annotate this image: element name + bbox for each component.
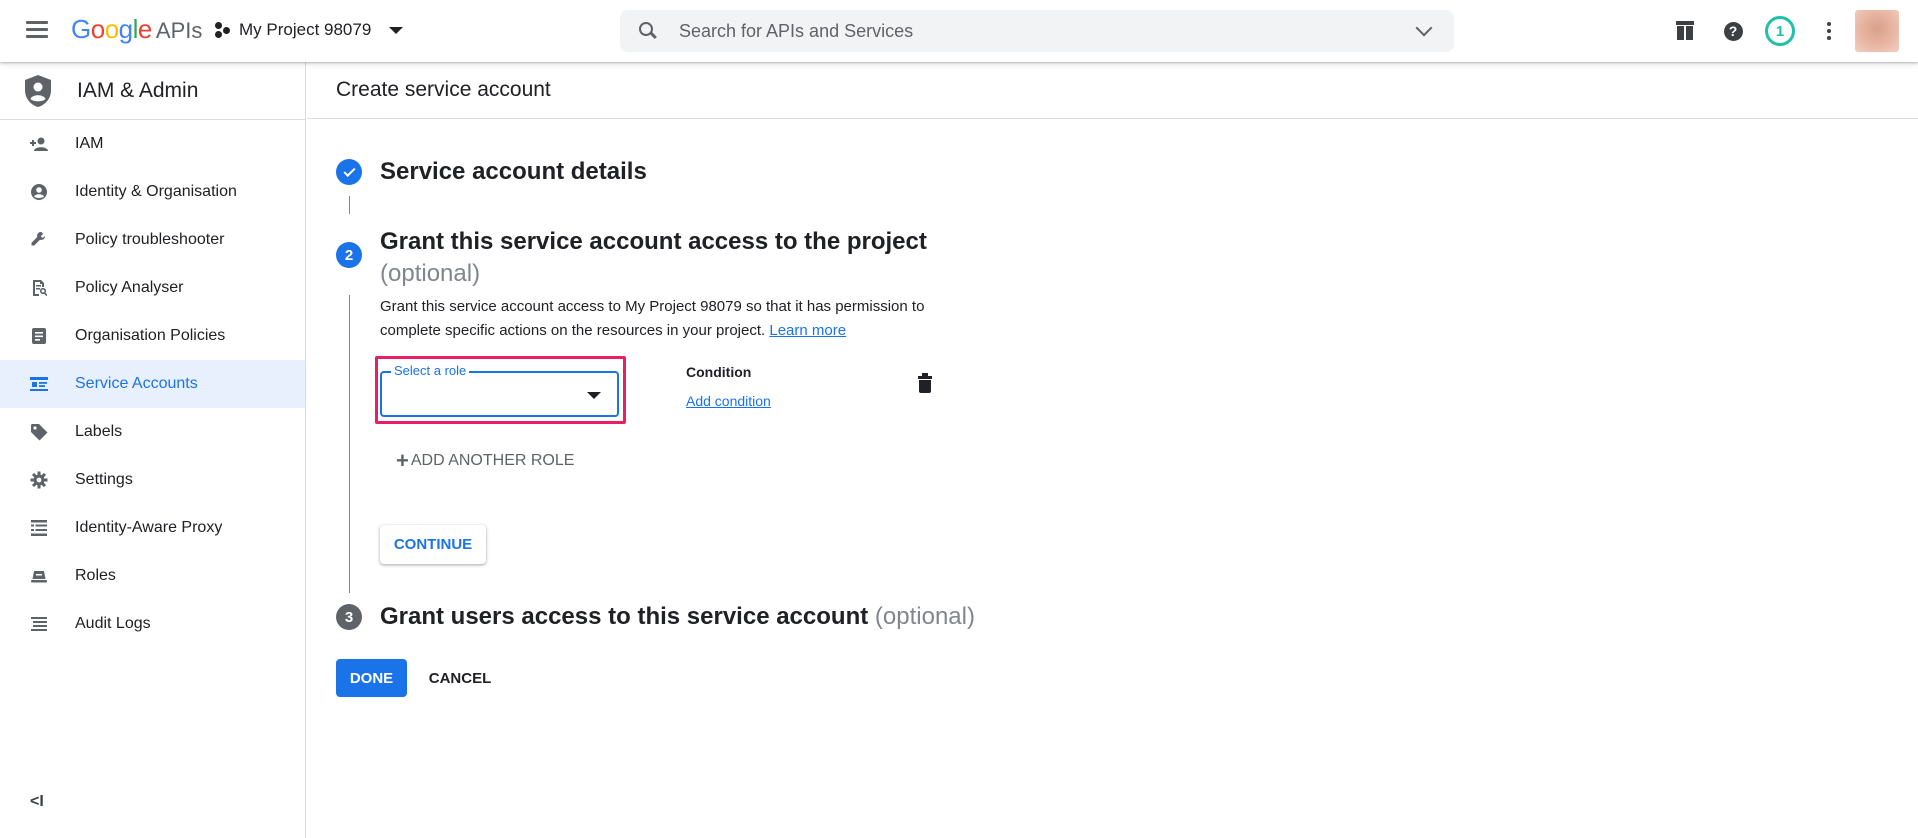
- sidebar-item-label: IAM: [75, 135, 104, 152]
- continue-button[interactable]: CONTINUE: [380, 525, 486, 564]
- sidebar-item-label: Identity-Aware Proxy: [75, 519, 223, 536]
- search-icon: [639, 22, 657, 40]
- sidebar-item-audit-logs[interactable]: Audit Logs: [0, 600, 305, 648]
- condition-label: Condition: [686, 364, 752, 380]
- logo-letter: e: [137, 14, 152, 44]
- policy-analyser-icon: [27, 276, 51, 300]
- hamburger-menu-icon[interactable]: [24, 18, 50, 44]
- sidebar-item-label: Identity & Organisation: [75, 183, 237, 200]
- wrench-icon: [27, 228, 51, 252]
- label-icon: [27, 420, 51, 444]
- search-input[interactable]: [679, 20, 1399, 42]
- logo-letter: o: [104, 14, 119, 44]
- plus-icon: +: [396, 448, 409, 473]
- sidebar-title: IAM & Admin: [77, 78, 199, 102]
- logo-letter: G: [71, 14, 91, 44]
- step2-description-block: Grant this service account access to My …: [380, 295, 980, 343]
- project-dots-icon: [215, 22, 231, 38]
- service-account-icon: [27, 372, 51, 396]
- step2-title: Grant this service account access to the…: [380, 228, 927, 255]
- audit-list-icon: [27, 612, 51, 636]
- proxy-icon: [27, 516, 51, 540]
- step2-heading: Grant this service account access to the…: [380, 226, 927, 290]
- account-circle-icon: [27, 180, 51, 204]
- notification-badge[interactable]: 1: [1765, 16, 1795, 46]
- select-role-dropdown[interactable]: Select a role: [380, 363, 619, 417]
- step-connector: [349, 196, 350, 214]
- person-add-icon: [27, 132, 51, 156]
- dropdown-arrow-icon: [587, 392, 601, 399]
- sidebar-item-label: Roles: [75, 567, 116, 584]
- select-role-label: Select a role: [391, 363, 470, 378]
- sidebar-item-policy-analyser[interactable]: Policy Analyser: [0, 264, 305, 312]
- step2-optional: (optional): [380, 260, 481, 287]
- step3-title: Grant users access to this service accou…: [380, 603, 869, 630]
- sidebar-item-roles[interactable]: Roles: [0, 552, 305, 600]
- sidebar-item-policy-troubleshooter[interactable]: Policy troubleshooter: [0, 216, 305, 264]
- done-button[interactable]: DONE: [336, 659, 407, 697]
- sidebar-item-service-accounts[interactable]: Service Accounts: [0, 360, 305, 408]
- step3-optional: (optional): [874, 603, 975, 630]
- step1-title[interactable]: Service account details: [380, 158, 647, 186]
- add-another-role-label: ADD ANOTHER ROLE: [410, 452, 575, 469]
- collapse-sidebar-icon[interactable]: <I: [30, 793, 44, 811]
- delete-icon[interactable]: [918, 373, 932, 393]
- more-vert-icon[interactable]: [1817, 19, 1841, 43]
- sidebar-item-labels[interactable]: Labels: [0, 408, 305, 456]
- project-name: My Project 98079: [239, 20, 372, 39]
- logo-suffix: APIs: [155, 18, 203, 43]
- sidebar-item-label: Labels: [75, 423, 123, 440]
- add-another-role-button[interactable]: + ADD ANOTHER ROLE: [396, 448, 575, 473]
- step3-number: 3: [336, 604, 362, 630]
- cancel-button[interactable]: CANCEL: [421, 659, 499, 697]
- sidebar-item-label: Settings: [75, 471, 133, 488]
- sidebar-item-organisation-policies[interactable]: Organisation Policies: [0, 312, 305, 360]
- chevron-down-icon: [389, 26, 404, 34]
- avatar[interactable]: [1855, 10, 1899, 52]
- gear-icon: [27, 468, 51, 492]
- page-title: Create service account: [307, 62, 1918, 119]
- sidebar-nav: IAM Identity & Organisation Policy troub…: [0, 120, 305, 648]
- project-selector[interactable]: My Project 98079: [215, 20, 404, 40]
- step2-number: 2: [336, 242, 362, 268]
- help-icon[interactable]: ?: [1721, 19, 1745, 43]
- sidebar-header: IAM & Admin: [0, 62, 305, 120]
- step1-check-icon: [336, 159, 362, 185]
- sidebar-item-label: Policy troubleshooter: [75, 231, 225, 248]
- sidebar-item-label: Audit Logs: [75, 615, 151, 632]
- sidebar: IAM & Admin IAM Identity & Organisation …: [0, 62, 306, 838]
- sidebar-item-label: Service Accounts: [75, 375, 198, 392]
- sidebar-item-identity-organisation[interactable]: Identity & Organisation: [0, 168, 305, 216]
- roles-icon: [27, 564, 51, 588]
- google-apis-logo[interactable]: Google APIs: [71, 14, 202, 45]
- logo-letter: o: [90, 14, 105, 44]
- sidebar-item-settings[interactable]: Settings: [0, 456, 305, 504]
- sidebar-item-identity-aware-proxy[interactable]: Identity-Aware Proxy: [0, 504, 305, 552]
- top-bar: GoogleAPIs My Project 98079 ? 1: [0, 0, 1918, 62]
- gift-icon[interactable]: [1673, 19, 1697, 43]
- sidebar-item-iam[interactable]: IAM: [0, 120, 305, 168]
- main-content: Create service account Service account d…: [307, 62, 1918, 838]
- sidebar-item-label: Organisation Policies: [75, 327, 226, 344]
- step-connector: [349, 295, 350, 593]
- chevron-down-icon[interactable]: [1415, 19, 1433, 37]
- step3-heading[interactable]: Grant users access to this service accou…: [380, 603, 975, 631]
- shield-icon: [24, 74, 52, 108]
- sidebar-item-label: Policy Analyser: [75, 279, 184, 296]
- document-icon: [27, 324, 51, 348]
- learn-more-link[interactable]: Learn more: [769, 322, 846, 339]
- search-bar[interactable]: [620, 10, 1454, 52]
- logo-letter: g: [118, 14, 133, 44]
- add-condition-link[interactable]: Add condition: [686, 393, 771, 409]
